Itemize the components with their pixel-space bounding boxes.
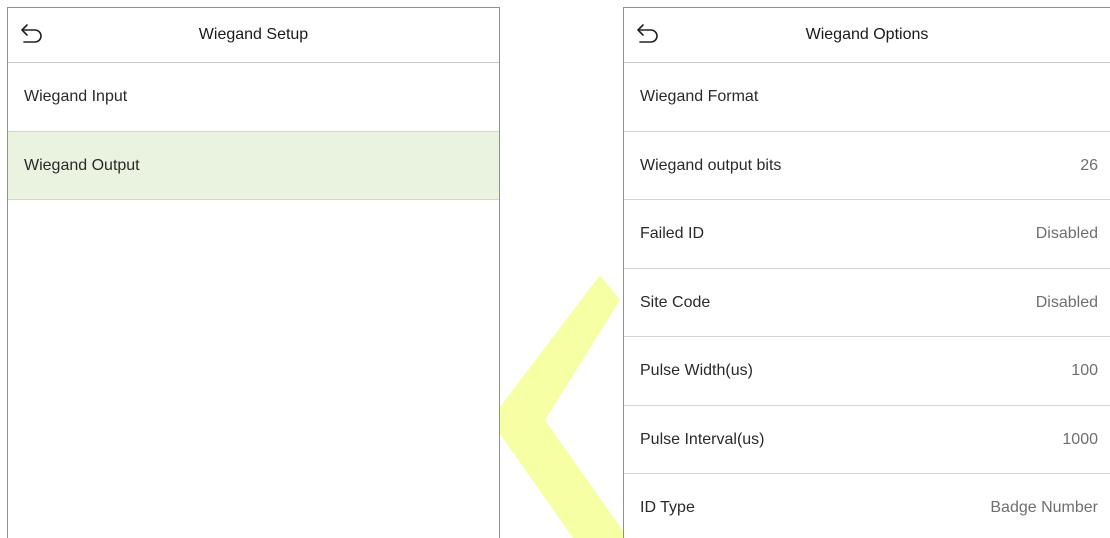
menu-item-label: Wiegand Input [24,88,128,105]
option-value: Disabled [1035,225,1098,242]
option-value: Disabled [1035,293,1098,311]
setup-titlebar: Wiegand Setup [8,8,499,63]
option-value: 100 [1071,362,1098,379]
option-pulse-interval[interactable]: Pulse Interval(us) 1000 [624,406,1110,474]
option-value: 26 [1080,156,1098,174]
option-label: Pulse Width(us) [640,362,753,379]
option-failed-id[interactable]: Failed ID Disabled [624,200,1110,269]
option-wiegand-format[interactable]: Wiegand Format [624,63,1110,132]
option-label: Wiegand Format [640,88,759,105]
menu-item-label: Wiegand Output [24,156,140,174]
option-pulse-width[interactable]: Pulse Width(us) 100 [624,337,1110,406]
options-titlebar: Wiegand Options [624,8,1110,63]
option-label: Pulse Interval(us) [640,430,765,448]
wiegand-setup-panel: Wiegand Setup Wiegand Input Wiegand Outp… [7,7,500,538]
option-site-code[interactable]: Site Code Disabled [624,269,1110,337]
option-wiegand-output-bits[interactable]: Wiegand output bits 26 [624,132,1110,200]
wiegand-options-panel: Wiegand Options Wiegand Format Wiegand o… [623,7,1110,538]
option-id-type[interactable]: ID Type Badge Number [624,474,1110,538]
menu-item-wiegand-input[interactable]: Wiegand Input [8,63,499,132]
page-title: Wiegand Options [805,26,929,43]
option-value: Badge Number [990,499,1098,516]
option-label: Failed ID [640,225,705,242]
option-label: Wiegand output bits [640,156,782,174]
menu-item-wiegand-output[interactable]: Wiegand Output [8,131,499,200]
option-label: ID Type [640,499,695,516]
option-label: Site Code [640,293,711,311]
option-value: 1000 [1062,430,1098,448]
screen: Wiegand Setup Wiegand Input Wiegand Outp… [0,0,1110,538]
page-title: Wiegand Setup [198,26,309,43]
